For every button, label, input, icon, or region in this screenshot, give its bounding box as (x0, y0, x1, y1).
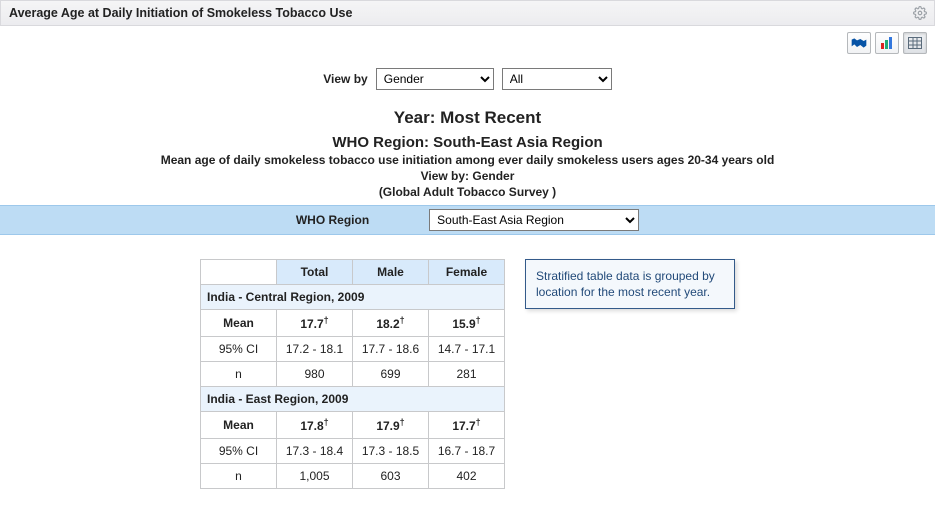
table-cell: 17.7† (429, 412, 505, 439)
row-label: 95% CI (201, 337, 277, 362)
table-group-row: India - Central Region, 2009 (201, 285, 505, 310)
table-cell: 14.7 - 17.1 (429, 337, 505, 362)
table-cell: 17.9† (353, 412, 429, 439)
table-row: n1,005603402 (201, 464, 505, 489)
view-by-select[interactable]: Gender (376, 68, 494, 90)
group-title: India - Central Region, 2009 (201, 285, 505, 310)
table-cell: 699 (353, 362, 429, 387)
view-by-controls: View by Gender All (0, 54, 935, 96)
table-row: 95% CI17.3 - 18.417.3 - 18.516.7 - 18.7 (201, 439, 505, 464)
view-by-label: View by (323, 72, 367, 86)
row-label: 95% CI (201, 439, 277, 464)
col-female: Female (429, 260, 505, 285)
table-cell: 17.3 - 18.5 (353, 439, 429, 464)
table-cell: 402 (429, 464, 505, 489)
table-row: Mean17.8†17.9†17.7† (201, 412, 505, 439)
app-window: Average Age at Daily Initiation of Smoke… (0, 0, 935, 499)
results-table: Total Male Female India - Central Region… (200, 259, 505, 489)
table-cell: 980 (277, 362, 353, 387)
table-cell: 17.7† (277, 310, 353, 337)
table-header-row: Total Male Female (201, 260, 505, 285)
row-label: n (201, 464, 277, 489)
region-heading: WHO Region: South-East Asia Region (0, 134, 935, 151)
table-cell: 17.8† (277, 412, 353, 439)
who-region-label: WHO Region (296, 213, 369, 227)
table-group-row: India - East Region, 2009 (201, 387, 505, 412)
year-heading: Year: Most Recent (0, 108, 935, 128)
table-cell: 603 (353, 464, 429, 489)
table-view-button[interactable] (903, 32, 927, 54)
table-cell: 17.2 - 18.1 (277, 337, 353, 362)
table-cell: 17.3 - 18.4 (277, 439, 353, 464)
widget-header: Average Age at Daily Initiation of Smoke… (0, 0, 935, 26)
table-row: Mean17.7†18.2†15.9† (201, 310, 505, 337)
source-line: (Global Adult Tobacco Survey ) (0, 185, 935, 199)
widget-title: Average Age at Daily Initiation of Smoke… (9, 6, 352, 20)
who-region-bar: WHO Region South-East Asia Region (0, 205, 935, 235)
table-cell: 1,005 (277, 464, 353, 489)
view-mode-toolbar (0, 26, 935, 54)
table-cell: 281 (429, 362, 505, 387)
col-total: Total (277, 260, 353, 285)
view-by-filter-select[interactable]: All (502, 68, 612, 90)
chart-view-button[interactable] (875, 32, 899, 54)
row-label: Mean (201, 412, 277, 439)
who-region-select[interactable]: South-East Asia Region (429, 209, 639, 231)
view-by-line: View by: Gender (0, 169, 935, 183)
table-cell: 17.7 - 18.6 (353, 337, 429, 362)
table-cell: 18.2† (353, 310, 429, 337)
table-row: 95% CI17.2 - 18.117.7 - 18.614.7 - 17.1 (201, 337, 505, 362)
table-cell: 16.7 - 18.7 (429, 439, 505, 464)
group-title: India - East Region, 2009 (201, 387, 505, 412)
info-note: Stratified table data is grouped by loca… (525, 259, 735, 309)
table-row: n980699281 (201, 362, 505, 387)
col-male: Male (353, 260, 429, 285)
row-label: n (201, 362, 277, 387)
table-cell: 15.9† (429, 310, 505, 337)
map-view-button[interactable] (847, 32, 871, 54)
main-content: Total Male Female India - Central Region… (0, 235, 935, 499)
gear-icon[interactable] (912, 5, 928, 21)
row-label: Mean (201, 310, 277, 337)
table-corner (201, 260, 277, 285)
description-line: Mean age of daily smokeless tobacco use … (0, 153, 935, 167)
